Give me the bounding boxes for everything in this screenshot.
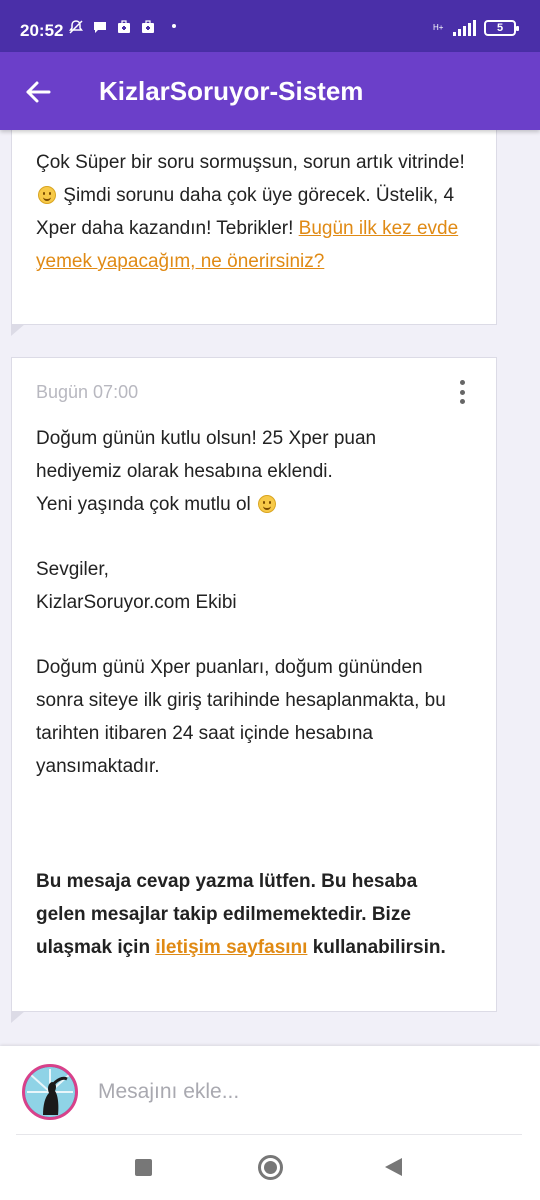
signoff-greeting: Sevgiler, [36, 559, 109, 580]
app-bar: KizlarSoruyor-Sistem [0, 52, 540, 130]
contact-page-link[interactable]: iletişim sayfasını [155, 937, 307, 958]
message-card: Bugün 07:00 Doğum günün kutlu olsun! 25 … [11, 357, 497, 1023]
network-type-label: H+ [433, 23, 444, 32]
battery-icon: 5 [484, 20, 519, 36]
mute-icon [69, 20, 83, 34]
briefcase-icon [118, 20, 130, 33]
message-body: Çok Süper bir soru sormuşsun, sorun artı… [36, 146, 476, 278]
avatar [22, 1064, 78, 1120]
bubble-tail [11, 311, 25, 336]
status-time: 20:52 [20, 21, 64, 40]
status-system-icons: H+ 5 [433, 20, 519, 36]
message-timestamp: Bugün 07:00 [36, 382, 139, 402]
points-info-text: Doğum günü Xper puanları, doğum gününden… [36, 657, 446, 777]
recent-apps-button[interactable] [135, 1159, 152, 1176]
more-options-button[interactable] [452, 378, 472, 406]
message-card: Çok Süper bir soru sormuşsun, sorun artı… [11, 120, 497, 336]
chat-bubble-icon [94, 22, 106, 33]
birthday-wish: Yeni yaşında çok mutlu ol [36, 488, 456, 521]
no-reply-notice: Bu mesaja cevap yazma lütfen. Bu hesaba … [36, 865, 456, 964]
birthday-text: Doğum günün kutlu olsun! 25 Xper puan he… [36, 428, 377, 482]
more-notifications-dot [172, 24, 176, 28]
smiley-icon [258, 495, 277, 513]
status-bar: 20:52 H+ 5 [0, 0, 540, 52]
briefcase-icon [142, 20, 154, 33]
status-notification-icons [68, 19, 156, 35]
back-button[interactable] [20, 74, 56, 110]
message-input[interactable] [98, 1074, 518, 1110]
avatar-image [25, 1067, 75, 1117]
system-back-button[interactable] [385, 1158, 402, 1176]
signoff-team: KizlarSoruyor.com Ekibi [36, 592, 237, 613]
battery-level: 5 [496, 22, 504, 34]
signal-icon [453, 20, 476, 36]
bubble-tail [11, 998, 25, 1023]
message-body: Doğum günün kutlu olsun! 25 Xper puan he… [36, 422, 456, 964]
arrow-left-icon [26, 81, 51, 103]
divider [16, 1134, 522, 1135]
notice-text-end: kullanabilirsin. [312, 937, 446, 958]
smiley-icon [38, 186, 56, 204]
home-button[interactable] [258, 1155, 283, 1180]
message-text: Çok Süper bir soru sormuşsun, sorun artı… [36, 152, 465, 173]
page-title: KizlarSoruyor-Sistem [99, 76, 364, 106]
birthday-wish-text: Yeni yaşında çok mutlu ol [36, 494, 251, 515]
more-vertical-icon [459, 380, 465, 385]
